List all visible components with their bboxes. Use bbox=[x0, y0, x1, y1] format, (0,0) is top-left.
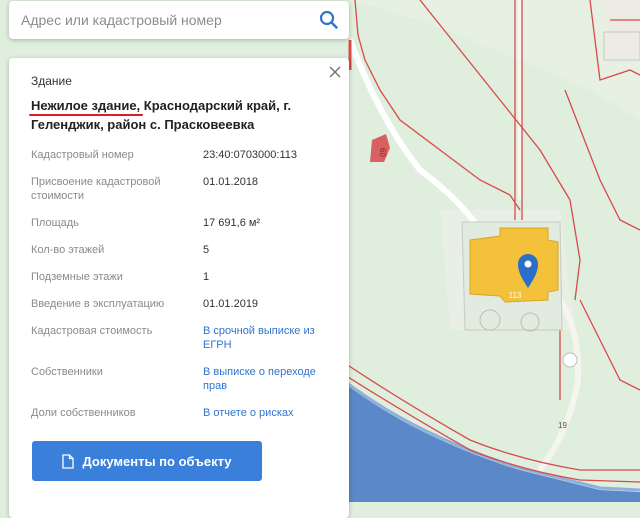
info-value: 1 bbox=[203, 271, 210, 283]
info-row-floors: Кол-во этажей 5 bbox=[31, 243, 327, 257]
info-value: 01.01.2019 bbox=[203, 298, 259, 310]
info-label: Кадастровая стоимость bbox=[31, 325, 153, 337]
info-row-cadastral-number: Кадастровый номер 23:40:0703000:113 bbox=[31, 148, 327, 162]
info-row-owners: Собственники В выписке о переходе прав bbox=[31, 365, 327, 393]
close-icon[interactable] bbox=[327, 64, 343, 80]
documents-button-label: Документы по объекту bbox=[82, 453, 232, 469]
object-info-panel: Здание Нежилое здание, Краснодарский кра… bbox=[9, 58, 349, 518]
info-row-owner-shares: Доли собственников В отчете о рисках bbox=[31, 406, 327, 420]
info-label: Доли собственников bbox=[31, 407, 136, 419]
info-label: Подземные этажи bbox=[31, 271, 123, 283]
search-bar bbox=[9, 1, 349, 39]
owner-shares-link[interactable]: В отчете о рисках bbox=[203, 406, 294, 420]
info-label: Кадастровый номер bbox=[31, 149, 134, 161]
small-building-label: 60 bbox=[378, 148, 387, 157]
info-label: Собственники bbox=[31, 366, 103, 378]
object-title-type: Нежилое здание, bbox=[31, 98, 141, 113]
cadastral-cost-link[interactable]: В срочной выписке из ЕГРН bbox=[203, 324, 327, 352]
road-number-label: 19 bbox=[558, 421, 567, 430]
info-label: Кол-во этажей bbox=[31, 244, 105, 256]
object-type: Здание bbox=[31, 74, 72, 88]
info-value: 17 691,6 м² bbox=[203, 217, 261, 229]
building-number-label: 113 bbox=[509, 291, 522, 300]
info-row-cadastral-cost: Кадастровая стоимость В срочной выписке … bbox=[31, 324, 327, 352]
documents-button[interactable]: Документы по объекту bbox=[32, 441, 262, 481]
info-value: 5 bbox=[203, 244, 210, 256]
info-value: 23:40:0703000:113 bbox=[203, 149, 297, 161]
search-icon[interactable] bbox=[319, 10, 339, 30]
document-icon bbox=[62, 453, 75, 469]
info-label: Площадь bbox=[31, 217, 79, 229]
info-row-cost-assignment: Присвоение кадастровой стоимости 01.01.2… bbox=[31, 175, 327, 203]
info-label: Введение в эксплуатацию bbox=[31, 298, 165, 310]
object-title: Нежилое здание, Краснодарский край, г. Г… bbox=[31, 96, 327, 134]
info-row-area: Площадь 17 691,6 м² bbox=[31, 216, 327, 230]
info-row-commissioning: Введение в эксплуатацию 01.01.2019 bbox=[31, 297, 327, 311]
info-row-underground-floors: Подземные этажи 1 bbox=[31, 270, 327, 284]
owners-link[interactable]: В выписке о переходе прав bbox=[203, 365, 327, 393]
info-value: 01.01.2018 bbox=[203, 176, 259, 188]
search-input[interactable] bbox=[19, 11, 319, 29]
info-label: Присвоение кадастровой стоимости bbox=[31, 176, 161, 202]
